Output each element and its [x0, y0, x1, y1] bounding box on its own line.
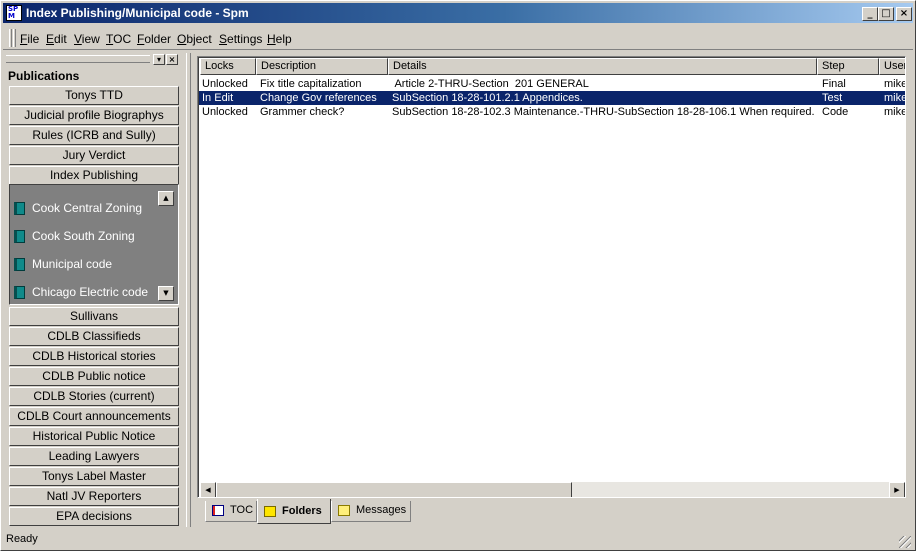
column-header-details[interactable]: Details — [388, 58, 817, 75]
resize-grip-icon[interactable] — [899, 536, 911, 548]
menu-folder[interactable]: Folder — [137, 32, 171, 46]
application-window: SP M Index Publishing/Municipal code - Sp… — [0, 0, 916, 551]
book-icon — [14, 286, 25, 300]
maximize-button[interactable]: □ — [878, 7, 894, 21]
publication-cdlb-stories-current[interactable]: CDLB Stories (current) — [9, 387, 179, 406]
toc-icon — [212, 504, 224, 516]
description-cell: Fix title capitalization — [260, 78, 362, 90]
book-list-panel: Cook Central Zoning Cook South Zoning Mu… — [9, 184, 179, 305]
menu-help[interactable]: Help — [267, 32, 292, 46]
lock-cell: In Edit — [202, 92, 234, 104]
book-icon — [14, 202, 25, 216]
tab-toc[interactable]: TOC — [205, 501, 257, 522]
publication-sullivans[interactable]: Sullivans — [9, 307, 179, 326]
publication-natl-jv-reporters[interactable]: Natl JV Reporters — [9, 487, 179, 506]
lock-cell: Unlocked — [202, 106, 248, 118]
book-item[interactable]: Cook South Zoning — [14, 229, 135, 244]
publication-cdlb-court-announcements[interactable]: CDLB Court announcements — [9, 407, 179, 426]
scroll-up-icon[interactable]: ▲ — [158, 191, 174, 206]
step-cell: Final — [822, 78, 846, 90]
publication-epa-decisions[interactable]: EPA decisions — [9, 507, 179, 526]
user-cell: mike — [884, 78, 905, 90]
publication-cdlb-classifieds[interactable]: CDLB Classifieds — [9, 327, 179, 346]
folder-icon — [264, 505, 276, 517]
column-header-step[interactable]: Step — [817, 58, 879, 75]
description-cell: Grammer check? — [260, 106, 345, 118]
table-row[interactable]: Unlocked Fix title capitalization Articl… — [199, 77, 905, 91]
lock-cell: Unlocked — [202, 78, 248, 90]
step-cell: Code — [822, 106, 849, 118]
details-cell: SubSection 18-28-101.2.1 Appendices. — [392, 92, 583, 104]
sidebar-pin-icon[interactable]: ▾ — [153, 54, 165, 65]
book-item[interactable]: Cook Central Zoning — [14, 201, 142, 216]
messages-icon — [338, 504, 350, 516]
publication-tonys-label-master[interactable]: Tonys Label Master — [9, 467, 179, 486]
book-item[interactable]: Chicago Electric code — [14, 285, 148, 300]
publication-historical-public-notice[interactable]: Historical Public Notice — [9, 427, 179, 446]
menu-toc[interactable]: TOC — [106, 32, 131, 46]
column-header-locks[interactable]: Locks — [200, 58, 256, 75]
menu-edit[interactable]: Edit — [46, 32, 67, 46]
publication-tonys-ttd[interactable]: Tonys TTD — [9, 86, 179, 105]
publication-cdlb-public-notice[interactable]: CDLB Public notice — [9, 367, 179, 386]
table-row[interactable]: Unlocked Grammer check? SubSection 18-28… — [199, 105, 905, 119]
menu-bar: File Edit View TOC Folder Object Setting… — [3, 26, 913, 50]
scroll-down-icon[interactable]: ▼ — [158, 286, 174, 301]
publication-leading-lawyers[interactable]: Leading Lawyers — [9, 447, 179, 466]
publication-cdlb-historical-stories[interactable]: CDLB Historical stories — [9, 347, 179, 366]
sidebar-close-icon[interactable]: × — [166, 54, 178, 65]
publication-rules[interactable]: Rules (ICRB and Sully) — [9, 126, 179, 145]
book-icon — [14, 230, 25, 244]
publication-jury-verdict[interactable]: Jury Verdict — [9, 146, 179, 165]
description-cell: Change Gov references — [260, 92, 377, 104]
menu-grip[interactable] — [13, 29, 16, 47]
scroll-left-icon[interactable]: ◀ — [200, 482, 216, 497]
menu-settings[interactable]: Settings — [219, 32, 262, 46]
pane-splitter[interactable] — [185, 53, 192, 527]
menu-file[interactable]: File — [20, 32, 39, 46]
sidebar-grip[interactable] — [6, 55, 150, 63]
scroll-right-icon[interactable]: ▶ — [889, 482, 905, 497]
tab-messages[interactable]: Messages — [331, 501, 411, 522]
tab-folders[interactable]: Folders — [257, 499, 331, 524]
column-header-description[interactable]: Description — [256, 58, 388, 75]
details-cell: SubSection 18-28-102.3 Maintenance.-THRU… — [392, 106, 815, 118]
minimize-button[interactable]: _ — [862, 7, 878, 21]
menu-grip[interactable] — [9, 29, 12, 47]
details-cell: Article 2-THRU-Section 201 GENERAL — [392, 78, 589, 90]
menu-view[interactable]: View — [74, 32, 100, 46]
close-button[interactable]: × — [896, 7, 912, 21]
sidebar-title: Publications — [8, 69, 80, 83]
menu-object[interactable]: Object — [177, 32, 212, 46]
status-text: Ready — [6, 533, 38, 545]
horizontal-scrollbar[interactable]: ◀ ▶ — [200, 482, 905, 497]
publication-index-publishing[interactable]: Index Publishing — [9, 166, 179, 185]
user-cell: mike — [884, 106, 905, 118]
publication-judicial-profile-biographys[interactable]: Judicial profile Biographys — [9, 106, 179, 125]
user-cell: mike — [884, 92, 905, 104]
table-row[interactable]: In Edit Change Gov references SubSection… — [199, 91, 905, 105]
status-bar: Ready — [3, 531, 913, 549]
app-icon[interactable]: SP M — [6, 5, 22, 21]
task-list-view: Locks Description Details Step User Unlo… — [197, 56, 906, 498]
window-title: Index Publishing/Municipal code - Spm — [26, 6, 249, 20]
scroll-thumb[interactable] — [216, 482, 572, 497]
step-cell: Test — [822, 92, 843, 104]
title-bar[interactable]: SP M Index Publishing/Municipal code - Sp… — [3, 3, 913, 23]
book-icon — [14, 258, 25, 272]
publications-sidebar: ▾ × Publications Tonys TTD Judicial prof… — [4, 53, 184, 527]
column-header-user[interactable]: User — [879, 58, 905, 75]
book-item[interactable]: Municipal code — [14, 257, 112, 272]
